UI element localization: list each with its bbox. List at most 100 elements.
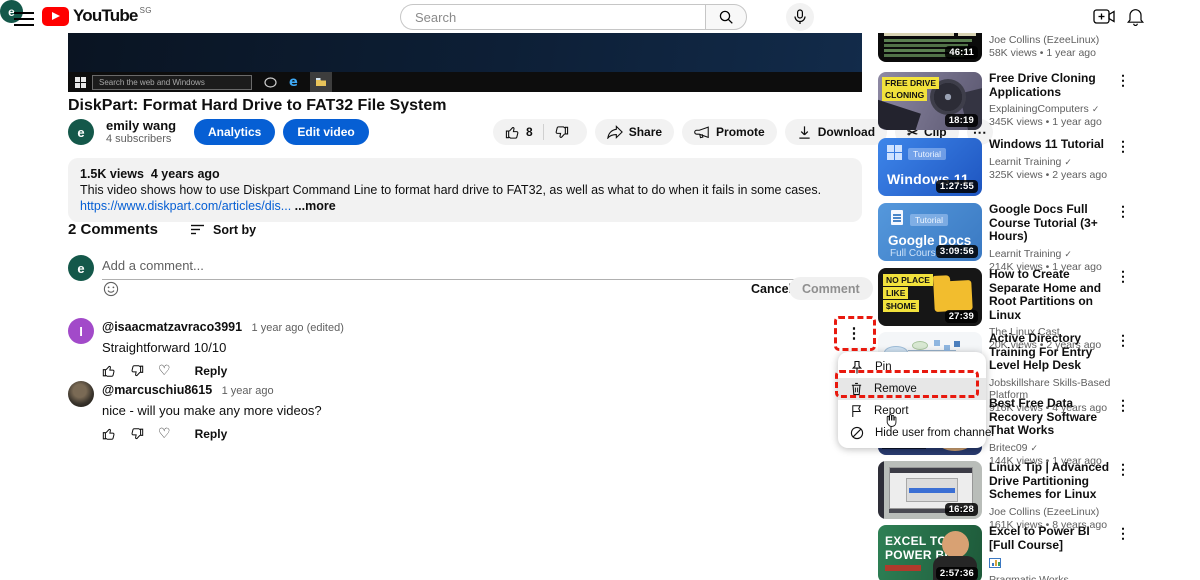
- emoji-button[interactable]: [103, 281, 119, 297]
- sidebar-video[interactable]: Tutorial Google Docs Full Course 3:09:56…: [878, 202, 1130, 273]
- comment-author[interactable]: @marcuschiu8615: [102, 383, 212, 397]
- promote-button[interactable]: Promote: [682, 119, 777, 145]
- comment-author[interactable]: @isaacmatzavraco3991: [102, 320, 242, 334]
- comment-heart-button[interactable]: ♡: [158, 363, 171, 379]
- thumbnail-text: NO PLACE: [883, 274, 933, 286]
- video-title[interactable]: Active Directory Training For Entry Leve…: [989, 331, 1116, 373]
- thumbnail-text: Tutorial: [908, 148, 947, 160]
- add-comment-input[interactable]: [102, 254, 852, 280]
- voice-search-button[interactable]: [786, 3, 814, 31]
- comments-count: 2 Comments: [68, 221, 159, 238]
- windows-start-icon: [68, 76, 92, 88]
- video-title[interactable]: Linux Tip | Advanced Drive Partitioning …: [989, 460, 1116, 502]
- search-button[interactable]: [705, 4, 747, 30]
- sidebar-video[interactable]: 16:28 Linux Tip | Advanced Drive Partiti…: [878, 460, 1130, 531]
- comment-reply-button[interactable]: Reply: [195, 427, 228, 441]
- sidebar-video[interactable]: Tutorial Windows 11 1:27:55 Windows 11 T…: [878, 137, 1130, 196]
- search-icon: [719, 10, 733, 24]
- notifications-button[interactable]: [1127, 7, 1144, 26]
- menu-item-hide-user[interactable]: Hide user from channel: [838, 422, 994, 444]
- video-menu-button[interactable]: ⋮: [1116, 268, 1130, 285]
- video-thumbnail[interactable]: NO PLACE LIKE $HOME 27:39: [878, 268, 982, 326]
- thumbnail-text: Tutorial: [910, 214, 949, 226]
- comment-like-button[interactable]: [102, 427, 116, 441]
- channel-name[interactable]: emily wang: [106, 118, 194, 133]
- like-button[interactable]: 8: [493, 125, 543, 140]
- video-menu-button[interactable]: ⋮: [1116, 203, 1130, 220]
- show-more-button[interactable]: ...more: [295, 199, 336, 213]
- comment-like-button[interactable]: [102, 364, 116, 378]
- hamburger-menu-icon[interactable]: [14, 8, 34, 26]
- file-explorer-icon: [309, 72, 332, 92]
- thumbs-down-icon: [131, 365, 144, 377]
- cancel-comment-button[interactable]: Cancel: [751, 282, 792, 296]
- video-title[interactable]: Best Free Data Recovery Software That Wo…: [989, 396, 1116, 438]
- video-title[interactable]: Excel to Power BI [Full Course]: [989, 524, 1116, 552]
- view-count-date: 1.5K views 4 years ago: [80, 167, 220, 181]
- video-title[interactable]: Google Docs Full Course Tutorial (3+ Hou…: [989, 202, 1116, 244]
- youtube-wordmark: YouTube: [73, 6, 138, 25]
- description-link[interactable]: https://www.diskpart.com/articles/dis...: [80, 199, 291, 213]
- video-menu-button[interactable]: ⋮: [1116, 138, 1130, 155]
- thumbnail-text: Full Course: [890, 248, 942, 259]
- comment-options-button[interactable]: ⋮: [845, 322, 863, 348]
- video-channel: Learnit Training ✓: [989, 155, 1072, 168]
- channel-avatar[interactable]: e: [68, 119, 94, 145]
- video-duration: 46:11: [945, 46, 978, 59]
- video-thumbnail[interactable]: Tutorial Google Docs Full Course 3:09:56: [878, 203, 982, 261]
- pin-icon: [851, 360, 863, 373]
- sidebar-video[interactable]: EXCEL TO POWER BI 2:57:36 Excel to Power…: [878, 524, 1130, 580]
- video-channel: Joe Collins (EzeeLinux): [989, 34, 1100, 46]
- video-title[interactable]: Windows 11 Tutorial: [989, 137, 1116, 152]
- comment-timestamp: 1 year ago (edited): [251, 322, 344, 334]
- download-button[interactable]: Download: [784, 119, 888, 145]
- sort-by-button[interactable]: Sort by: [190, 223, 256, 237]
- video-thumbnail[interactable]: EXCEL TO POWER BI 2:57:36: [878, 525, 982, 580]
- description-box: 1.5K views 4 years ago This video shows …: [68, 158, 862, 222]
- menu-item-pin[interactable]: Pin: [838, 356, 986, 378]
- verified-badge-icon: ✓: [1091, 104, 1100, 114]
- analytics-button[interactable]: Analytics: [194, 119, 276, 145]
- video-title[interactable]: Free Drive Cloning Applications: [989, 71, 1116, 99]
- comment-avatar[interactable]: [68, 381, 94, 407]
- dislike-button[interactable]: [544, 125, 587, 140]
- video-thumbnail[interactable]: 16:28: [878, 461, 982, 519]
- sidebar-video[interactable]: FREE DRIVE CLONING 18:19 Free Drive Clon…: [878, 71, 1130, 130]
- video-frame-taskbar: Search the web and Windows e: [68, 72, 862, 92]
- video-menu-button[interactable]: ⋮: [1116, 397, 1130, 414]
- masthead: YouTube SG e: [0, 0, 1200, 33]
- menu-item-remove[interactable]: Remove: [838, 378, 986, 400]
- thumbs-up-icon: [102, 365, 115, 377]
- video-thumbnail[interactable]: 46:11: [878, 33, 982, 62]
- block-icon: [850, 426, 864, 440]
- youtube-logo[interactable]: YouTube SG: [42, 6, 152, 26]
- thumbs-down-icon: [555, 125, 568, 138]
- video-thumbnail[interactable]: FREE DRIVE CLONING 18:19: [878, 72, 982, 130]
- submit-comment-button[interactable]: Comment: [789, 277, 873, 300]
- video-thumbnail[interactable]: Tutorial Windows 11 1:27:55: [878, 138, 982, 196]
- sort-icon: [191, 224, 205, 235]
- sidebar-video[interactable]: NO PLACE LIKE $HOME 27:39 How to Create …: [878, 267, 1130, 351]
- search-input[interactable]: [400, 4, 705, 30]
- video-menu-button[interactable]: ⋮: [1116, 461, 1130, 478]
- comment-reply-button[interactable]: Reply: [195, 364, 228, 378]
- comment-dislike-button[interactable]: [130, 427, 144, 441]
- comment-dislike-button[interactable]: [130, 364, 144, 378]
- video-menu-button[interactable]: ⋮: [1116, 525, 1130, 542]
- video-player[interactable]: Search the web and Windows e: [68, 33, 862, 92]
- video-menu-button[interactable]: ⋮: [1116, 332, 1130, 349]
- comment-avatar[interactable]: I: [68, 318, 94, 344]
- edit-video-button[interactable]: Edit video: [283, 119, 369, 145]
- comment-heart-button[interactable]: ♡: [158, 426, 171, 442]
- comment-timestamp: 1 year ago: [221, 385, 274, 397]
- share-button[interactable]: Share: [594, 119, 675, 145]
- video-menu-button[interactable]: ⋮: [1116, 72, 1130, 89]
- thumbnail-text: EXCEL TO: [885, 534, 947, 548]
- video-channel: Pragmatic Works: [989, 574, 1069, 580]
- video-meta: 58K views • 1 year ago: [989, 47, 1096, 59]
- channel-info[interactable]: emily wang 4 subscribers: [106, 118, 194, 146]
- sidebar-video[interactable]: 46:11 Joe Collins (EzeeLinux) 58K views …: [878, 33, 1130, 62]
- menu-item-report[interactable]: Report: [838, 400, 986, 422]
- video-title[interactable]: How to Create Separate Home and Root Par…: [989, 267, 1116, 322]
- create-video-button[interactable]: [1093, 8, 1115, 25]
